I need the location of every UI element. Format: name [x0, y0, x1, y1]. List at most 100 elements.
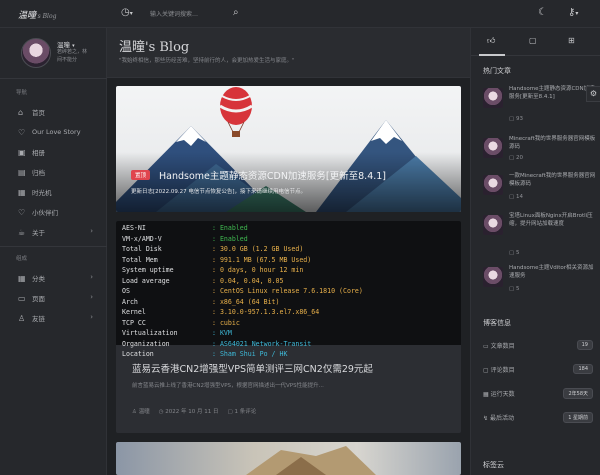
comment-count: ▢ 5: [509, 286, 520, 292]
key-icon[interactable]: ⚷▾: [568, 8, 578, 19]
heart-icon: ♡: [18, 207, 26, 217]
terminal-row: Total Mem: 991.1 MB (67.5 MB Used): [122, 255, 312, 264]
date-meta: ◷ 2022 年 10 月 11 日: [158, 409, 219, 415]
comment-icon: ▢: [509, 116, 515, 122]
sidebar-item-home[interactable]: ⌂ 首页: [0, 102, 107, 122]
tab-comment-icon[interactable]: ▢: [529, 36, 537, 45]
nav-section-title: 导航: [16, 90, 28, 96]
image-icon: ▣: [18, 147, 26, 157]
clock-icon: ▦: [18, 187, 26, 197]
sidebar-tabs: 👍︎ ▢ ⊞: [471, 28, 600, 56]
page-subtitle: "我始终相信，那些历经苦难，坚持前行的人，会更加热爱生活与家庭。": [119, 58, 295, 64]
post-thumbnail: [483, 138, 503, 158]
tab-hot-thumb-icon[interactable]: 👍︎: [487, 36, 495, 46]
search-icon[interactable]: ⌕: [233, 8, 239, 18]
post-title[interactable]: Handsome主题静态资源CDN加速服务[更新至8.4.1]: [159, 168, 386, 182]
doc-icon: ▭: [483, 342, 489, 350]
search-input[interactable]: [150, 6, 245, 22]
pinned-badge: 置顶: [131, 170, 151, 180]
post-excerpt: 前言蓝易云推上线了香港CN2增强型VPS，根据官网描述出一代VPS性能提升...: [132, 383, 324, 389]
nav-section-title: 组成: [16, 256, 28, 262]
comment-count: ▢ 93: [509, 116, 523, 122]
post-card[interactable]: AES-NI: Enabled VM-x/AMD-V: Enabled Tota…: [116, 221, 461, 433]
home-icon: ⌂: [18, 107, 24, 117]
terminal-row: OS: CentOS Linux release 7.6.1810 (Core): [122, 287, 363, 295]
hot-posts-title: 热门文章: [483, 67, 511, 75]
stat-badge: 184: [573, 364, 593, 374]
chevron-right-icon: ›: [90, 293, 93, 301]
hot-post-item[interactable]: Minecraft我的世界服务器官网模板源码 ▢ 20: [483, 135, 595, 165]
chevron-right-icon: ›: [90, 227, 93, 235]
post-thumbnail: [483, 175, 503, 195]
post-thumbnail: [483, 215, 503, 235]
blog-header: 温曈's Blog "我始终相信，那些历经苦难，坚持前行的人，会更加热爱生活与家…: [107, 28, 470, 78]
pulse-icon: ↯: [483, 414, 489, 422]
page-title: 温曈's Blog: [119, 40, 190, 55]
clock-icon[interactable]: ◷▾: [121, 8, 133, 19]
comment-icon: ▢: [509, 194, 515, 200]
sidebar-item-time-machine[interactable]: ▦ 时光机: [0, 182, 107, 202]
post-card-pinned[interactable]: 置顶 Handsome主题静态资源CDN加速服务[更新至8.4.1] 更新日志[…: [116, 86, 461, 212]
hot-post-item[interactable]: Handsome主题静态资源CDN加速服务[更新至8.4.1] ▢ 93: [483, 85, 595, 122]
author-meta[interactable]: ♙ 温曈: [132, 407, 150, 415]
site-logo[interactable]: 温曈's Blog: [18, 8, 56, 21]
grid-icon: ▦: [18, 273, 26, 283]
post-excerpt: 更新日志[2022.09.27 电信节点恢复公告]，接下来请继续用电信节点。: [131, 189, 307, 195]
terminal-row: Load average: 0.04, 0.04, 0.05: [122, 276, 284, 285]
comment-count: ▢ 20: [509, 155, 523, 161]
stat-row: ▦ 运行天数 2年58天: [483, 384, 593, 402]
comment-icon: ▢: [227, 409, 233, 415]
hot-post-item[interactable]: Handsome主题Vditor相关资源加速服务 ▢ 5: [483, 264, 595, 294]
sidebar-item-love-story[interactable]: ♡ Our Love Story: [0, 122, 107, 142]
post-card-partial[interactable]: [116, 442, 461, 475]
user-icon: ♙: [132, 409, 137, 415]
hot-post-item[interactable]: 宝塔Linux面板Nginx开启Brotli压缩，提升网站加载速度 ▢ 5: [483, 212, 595, 256]
sidebar-item-categories[interactable]: ▦ 分类 ›: [0, 268, 107, 288]
sidebar-item-about[interactable]: ☕ 关于 ›: [0, 222, 107, 242]
hot-post-title[interactable]: 一款Minecraft我的世界服务器官网模板源码: [509, 172, 599, 188]
terminal-row: TCP CC: cubic: [122, 318, 240, 327]
terminal-row: Kernel: 3.10.0-957.1.3.el7.x86_64: [122, 308, 320, 316]
sidebar-item-archive[interactable]: ▤ 归档: [0, 162, 107, 182]
profile-name[interactable]: 温曈 ▾: [57, 39, 75, 49]
comments-meta[interactable]: ▢ 1 条评论: [228, 407, 257, 415]
blog-info-title: 博客信息: [483, 319, 511, 327]
terminal-screenshot: AES-NI: Enabled VM-x/AMD-V: Enabled Tota…: [116, 221, 461, 358]
hot-post-title[interactable]: 宝塔Linux面板Nginx开启Brotli压缩，提升网站加载速度: [509, 212, 599, 228]
tab-gift-icon[interactable]: ⊞: [568, 36, 575, 45]
avatar[interactable]: [21, 38, 51, 68]
active-tab-indicator: [479, 54, 505, 56]
stat-row: ▭ 文章数目 19: [483, 336, 593, 354]
comment-icon: ▢: [509, 250, 515, 256]
sidebar-item-album[interactable]: ▣ 相册: [0, 142, 107, 162]
hot-post-title[interactable]: Minecraft我的世界服务器官网模板源码: [509, 135, 599, 151]
terminal-row: Total Disk: 30.0 GB (1.2 GB Used): [122, 245, 304, 253]
profile-bio: 若碎若之，林 间不能分: [57, 49, 88, 63]
sidebar-item-pages[interactable]: ▭ 页面 ›: [0, 288, 107, 308]
folder-icon: ▭: [18, 293, 26, 303]
sidebar-divider: [0, 78, 107, 79]
terminal-row: VM-x/AMD-V: Enabled: [122, 234, 248, 243]
chevron-right-icon: ›: [90, 273, 93, 281]
stat-badge: 2年58天: [563, 387, 593, 399]
hot-post-title[interactable]: Handsome主题Vditor相关资源加速服务: [509, 264, 599, 280]
terminal-row: Organization: AS64021 Network-Transit: [122, 339, 312, 348]
post-meta: ♙ 温曈 ◷ 2022 年 10 月 11 日 ▢ 1 条评论: [132, 407, 256, 415]
comment-icon: ▢: [483, 366, 489, 374]
terminal-row: Virtualization: KVM: [122, 329, 232, 337]
comment-count: ▢ 14: [509, 194, 523, 200]
stat-badge: 19: [576, 340, 593, 350]
sidebar-item-friends[interactable]: ♡ 小伙伴们: [0, 202, 107, 222]
hot-post-item[interactable]: 一款Minecraft我的世界服务器官网模板源码 ▢ 14: [483, 172, 595, 202]
terminal-row: AES-NI: Enabled: [122, 224, 248, 232]
stat-row: ▢ 评论数目 184: [483, 360, 593, 378]
stat-badge: 1 星期前: [563, 411, 593, 423]
sidebar-divider: [0, 246, 107, 247]
comment-count: ▢ 5: [509, 250, 520, 256]
moon-icon[interactable]: ☾: [538, 8, 547, 18]
post-title[interactable]: 蓝易云香港CN2增强型VPS简单测评三网CN2仅需29元起: [132, 361, 373, 375]
heart-icon: ♡: [18, 127, 26, 137]
settings-gear-icon[interactable]: ⚙: [586, 86, 600, 102]
sidebar-item-links[interactable]: ♙ 友链 ›: [0, 308, 107, 328]
stat-row: ↯ 最后活动 1 星期前: [483, 408, 593, 426]
